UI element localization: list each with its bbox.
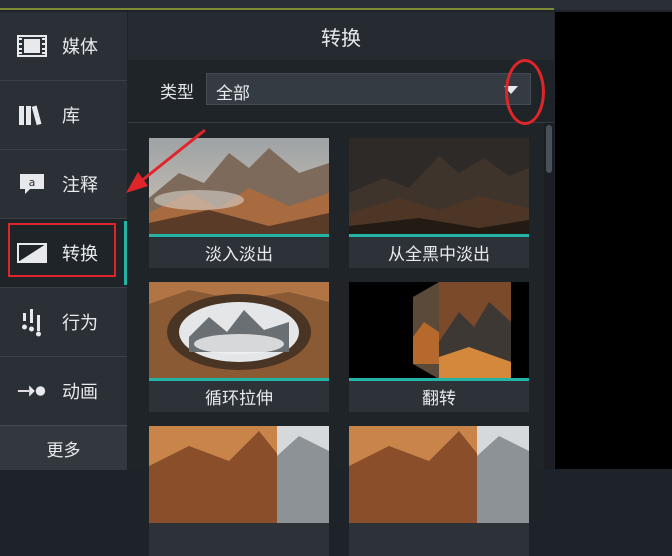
animation-icon <box>16 377 48 405</box>
loop-stretch-preview-image <box>149 282 329 379</box>
library-icon <box>16 101 48 129</box>
sidebar-item-annotations[interactable]: a 注释 <box>0 150 127 218</box>
transitions-panel: 转换 类型 全部 淡入淡出 从全黑中淡出 循环拉伸 翻转 <box>128 12 554 556</box>
transition-thumbnail-fade-through-black[interactable]: 从全黑中淡出 <box>349 138 529 268</box>
sidebar-item-label: 动画 <box>62 382 98 403</box>
type-filter-row: 类型 全部 <box>128 70 554 110</box>
panel-title: 转换 <box>128 12 554 60</box>
svg-text:a: a <box>29 176 36 189</box>
sidebar-item-label: 媒体 <box>62 37 98 58</box>
divider <box>128 122 554 123</box>
thumbnail-caption: 循环拉伸 <box>205 389 273 409</box>
transition-thumbnail-flip[interactable]: 翻转 <box>349 282 529 412</box>
behavior-icon <box>16 308 48 337</box>
annotation-highlight-box <box>8 223 116 277</box>
sidebar-item-behaviors[interactable]: 行为 <box>0 288 127 356</box>
fade-preview-image <box>149 138 329 235</box>
type-label: 类型 <box>160 83 194 103</box>
scrollbar[interactable] <box>544 123 554 469</box>
sidebar-item-label: 库 <box>62 106 80 127</box>
sidebar-item-library[interactable]: 库 <box>0 81 127 149</box>
transition-thumbnail-loop-stretch[interactable]: 循环拉伸 <box>149 282 329 412</box>
sidebar-item-label: 注释 <box>62 175 98 196</box>
preview-canvas <box>555 12 672 469</box>
thumbnail-6-preview-image <box>349 426 529 523</box>
film-icon <box>16 32 48 60</box>
transition-thumbnail-fade[interactable]: 淡入淡出 <box>149 138 329 268</box>
more-button[interactable]: 更多 <box>0 425 127 470</box>
fade-black-preview-image <box>349 138 529 235</box>
transition-thumbnail-5[interactable] <box>149 426 329 556</box>
type-dropdown[interactable]: 全部 <box>206 73 531 105</box>
type-dropdown-value: 全部 <box>216 84 250 104</box>
flip-preview-image <box>349 282 529 379</box>
thumbnail-caption: 淡入淡出 <box>205 245 273 265</box>
scrollbar-thumb[interactable] <box>546 125 552 173</box>
thumbnail-caption: 翻转 <box>422 389 456 409</box>
top-strip <box>0 0 672 10</box>
sidebar-item-label: 行为 <box>62 313 98 334</box>
annotation-icon: a <box>16 170 48 198</box>
thumbnail-5-preview-image <box>149 426 329 523</box>
annotation-highlight-circle <box>505 59 545 125</box>
transition-thumbnail-6[interactable] <box>349 426 529 556</box>
sidebar-item-media[interactable]: 媒体 <box>0 12 127 80</box>
thumbnail-caption: 从全黑中淡出 <box>388 245 490 265</box>
sidebar-item-animations[interactable]: 动画 <box>0 357 127 425</box>
